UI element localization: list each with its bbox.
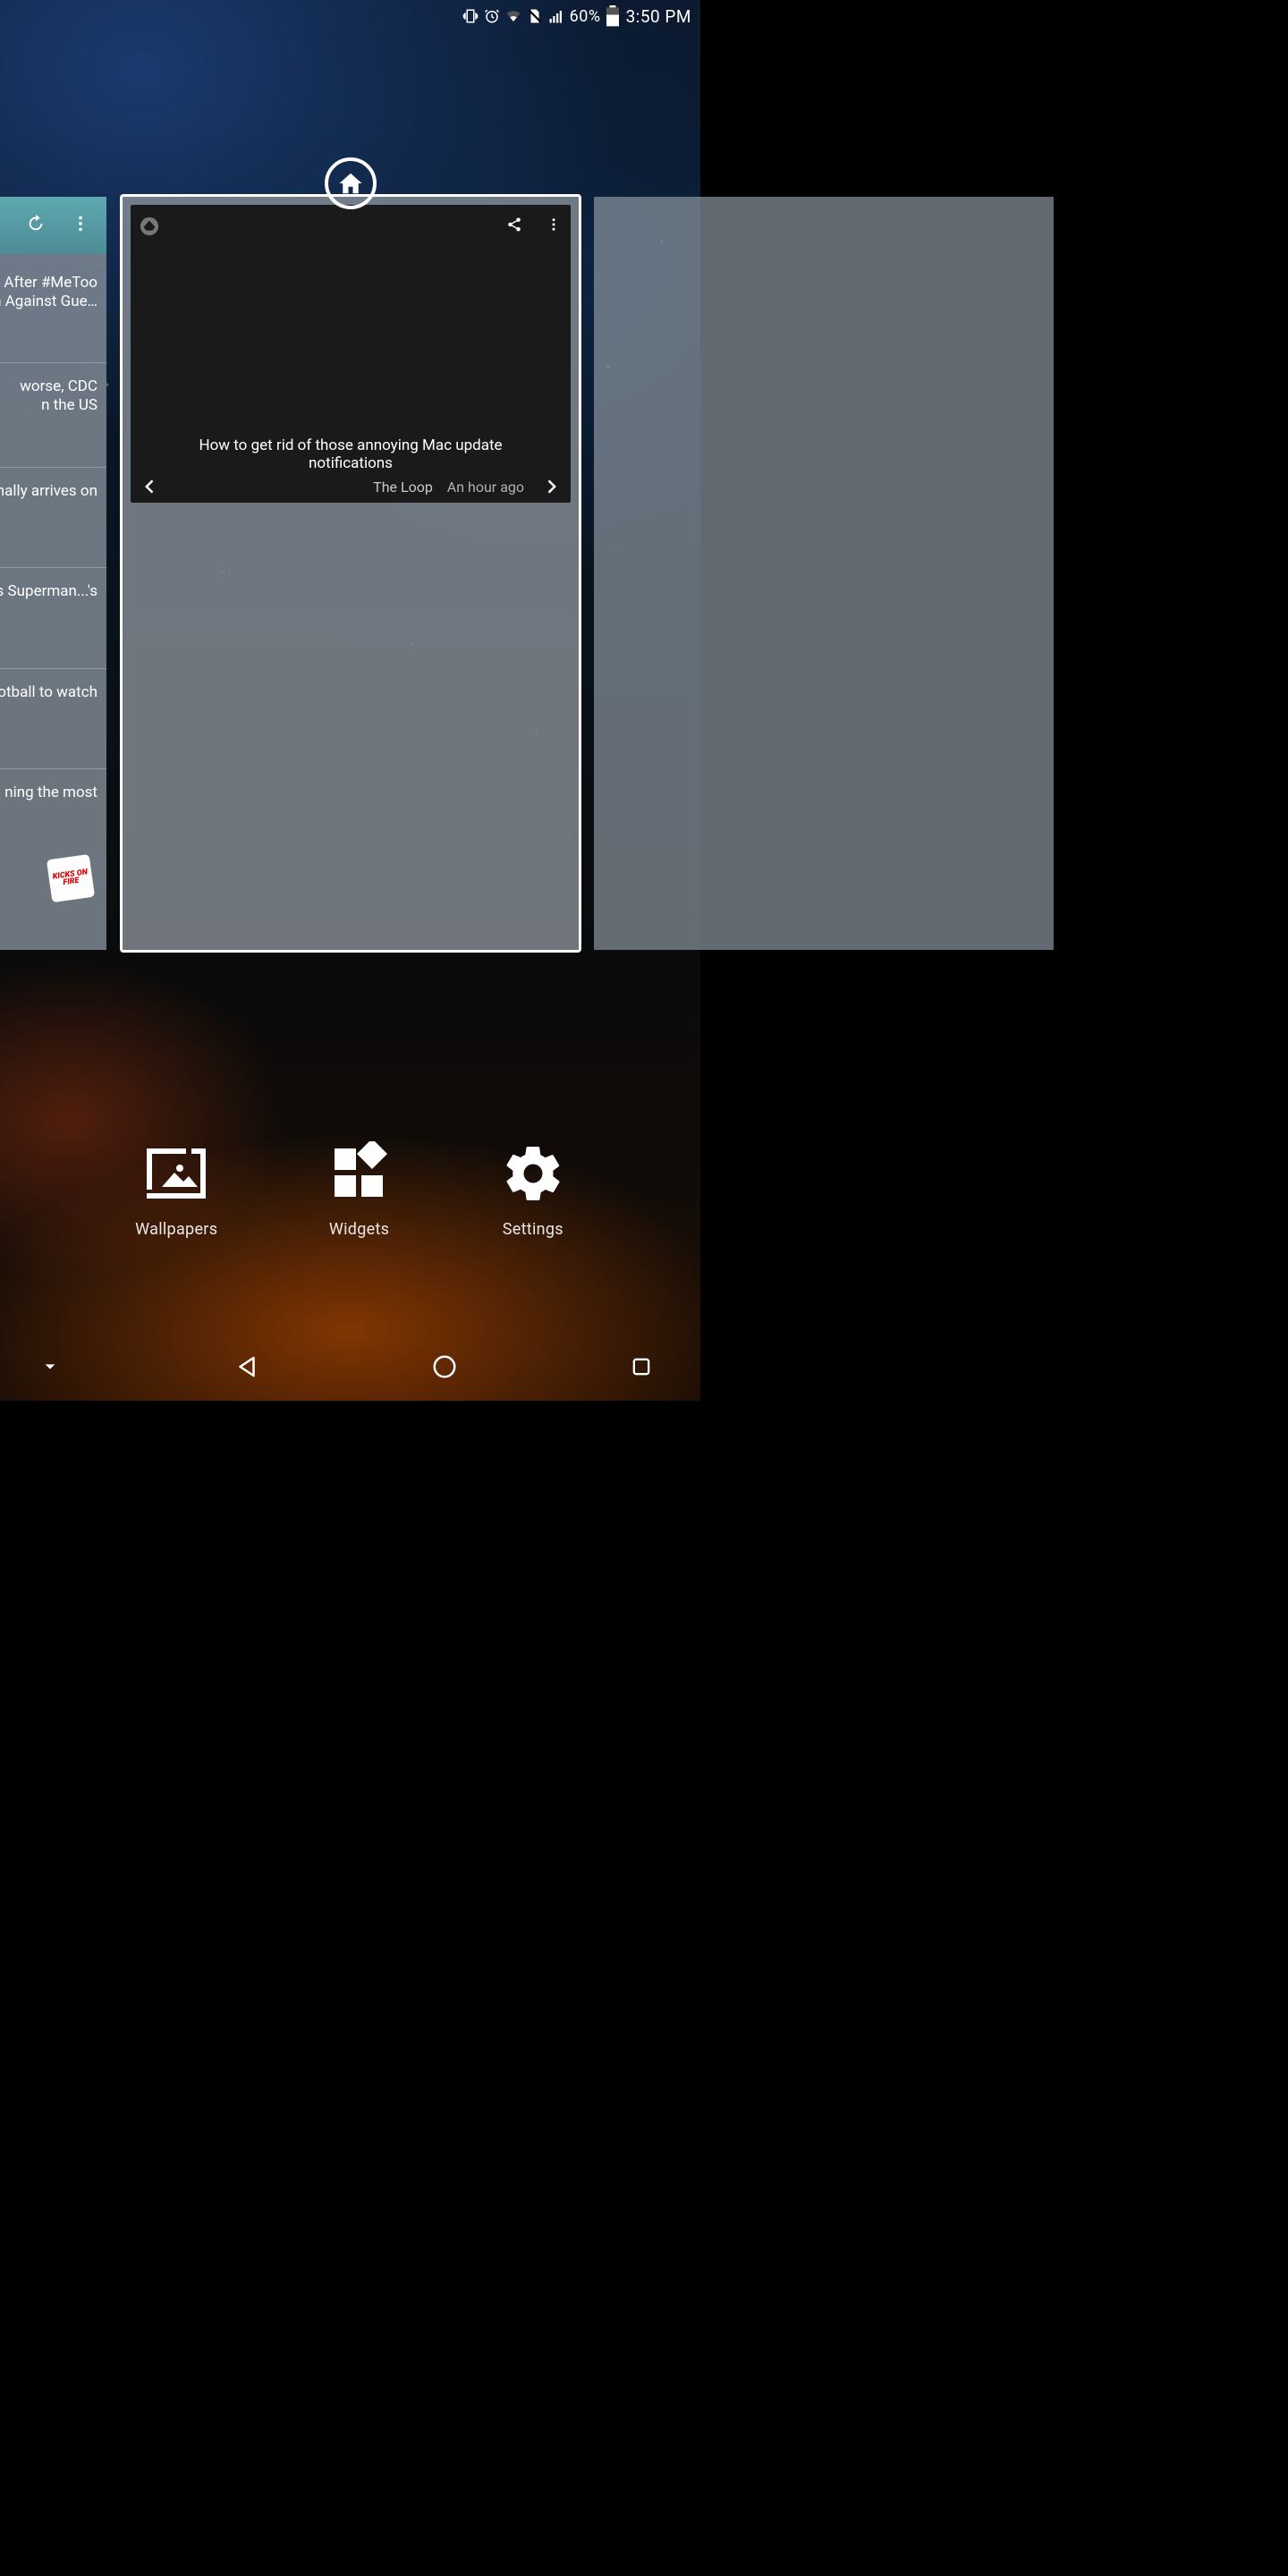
article-title[interactable]: How to get rid of those annoying Mac upd… <box>141 436 560 478</box>
home-indicator[interactable] <box>325 157 377 209</box>
home-panel-left[interactable]: After #MeTooim Against Gue… worse, CDCn … <box>0 194 109 953</box>
status-bar: 60% 3:50 PM <box>0 0 700 32</box>
settings-action[interactable]: Settings <box>501 1141 565 1239</box>
vibrate-icon <box>462 8 479 24</box>
news-widget-list[interactable]: After #MeTooim Against Gue… worse, CDCn … <box>0 254 106 950</box>
news-row[interactable]: ning the most <box>0 768 106 817</box>
cell-signal-icon <box>548 8 564 24</box>
chevron-right-icon[interactable] <box>542 478 560 496</box>
wallpapers-label: Wallpapers <box>135 1220 217 1239</box>
article-meta: The Loop An hour ago <box>159 479 542 496</box>
kicksonfire-logo[interactable]: KICKS ON FIRE <box>47 854 95 902</box>
news-row-text: worse, CDCn the US <box>20 377 97 414</box>
news-widget-header <box>0 197 106 254</box>
wallpapers-action[interactable]: Wallpapers <box>135 1141 217 1239</box>
article-age: An hour ago <box>447 479 524 496</box>
home-panel-right[interactable] <box>591 194 1056 953</box>
wallpapers-icon <box>144 1141 208 1206</box>
widgets-action[interactable]: Widgets <box>327 1141 392 1239</box>
refresh-icon[interactable] <box>26 214 46 237</box>
news-row[interactable]: nally arrives on <box>0 467 106 515</box>
more-icon[interactable] <box>71 214 90 237</box>
settings-label: Settings <box>503 1220 564 1239</box>
news-row[interactable]: ootball to watch <box>0 668 106 716</box>
recents-button[interactable] <box>618 1343 665 1390</box>
settings-icon <box>501 1141 565 1206</box>
home-panels-carousel[interactable]: After #MeTooim Against Gue… worse, CDCn … <box>0 194 700 953</box>
news-row[interactable]: es Superman...'s <box>0 567 106 615</box>
launcher-actions: Wallpapers Widgets Settings <box>0 1127 700 1252</box>
home-panel-center[interactable]: How to get rid of those annoying Mac upd… <box>120 194 581 953</box>
home-icon <box>337 170 364 197</box>
battery-percent: 60% <box>570 7 601 26</box>
article-source: The Loop <box>373 479 433 496</box>
news-row[interactable]: worse, CDCn the US <box>0 362 106 430</box>
system-nav-bar <box>0 1342 700 1392</box>
back-button[interactable] <box>224 1343 270 1390</box>
news-widget-footer: KICKS ON FIRE <box>0 857 106 925</box>
feedly-widget[interactable]: How to get rid of those annoying Mac upd… <box>131 205 571 503</box>
panel-bg <box>594 197 1054 950</box>
news-row[interactable]: After #MeTooim Against Gue… <box>0 254 106 326</box>
news-row-text: nally arrives on <box>0 482 97 500</box>
widgets-label: Widgets <box>329 1220 389 1239</box>
share-icon[interactable] <box>506 216 522 236</box>
widgets-icon <box>327 1141 392 1206</box>
no-sim-icon <box>527 8 543 24</box>
feedly-widget-content: How to get rid of those annoying Mac upd… <box>131 436 571 496</box>
battery-icon <box>606 7 619 25</box>
feedly-widget-toolbar <box>140 214 562 239</box>
status-clock: 3:50 PM <box>626 6 691 27</box>
more-icon[interactable] <box>546 216 562 236</box>
chevron-left-icon[interactable] <box>141 478 159 496</box>
home-button[interactable] <box>421 1343 468 1390</box>
nav-caret-icon[interactable] <box>27 1343 73 1390</box>
news-row-text: ning the most <box>4 784 97 801</box>
alarm-icon <box>484 8 500 24</box>
feedly-icon[interactable] <box>140 216 159 236</box>
wifi-icon <box>505 8 521 24</box>
news-row-text: ootball to watch <box>0 683 97 701</box>
news-row-text: After #MeTooim Against Gue… <box>0 274 97 310</box>
news-row-text: es Superman...'s <box>0 582 97 600</box>
